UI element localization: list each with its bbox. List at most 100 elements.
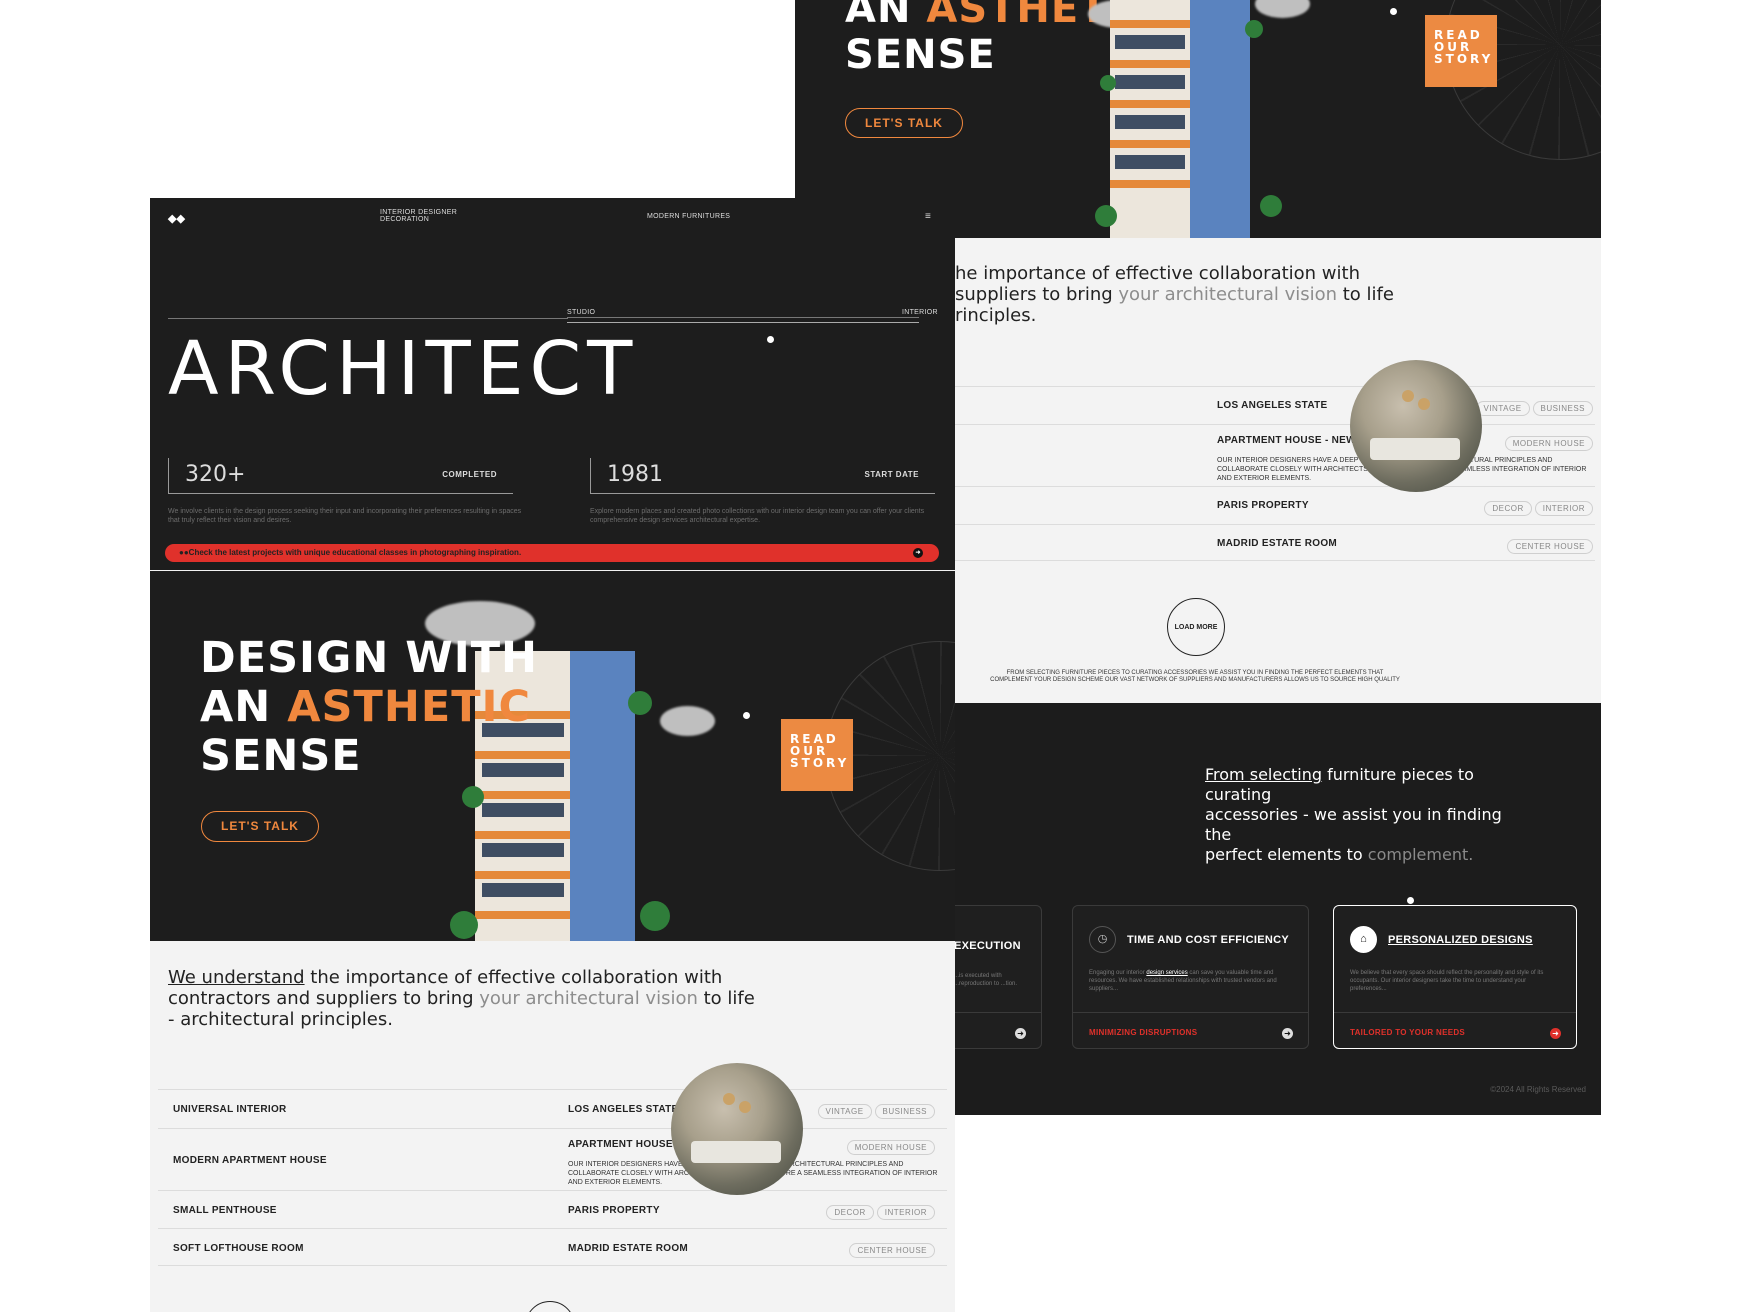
back-intro-text: he importance of effective collaboration…	[955, 263, 1595, 326]
back-project-list: LOS ANGELES STATE VINTAGE BUSINESS APARTM…	[955, 360, 1595, 561]
tag: INTERIOR	[876, 1205, 935, 1220]
home-icon: ⌂	[1350, 926, 1377, 953]
nav-interior-designer[interactable]: INTERIOR DESIGNER DECORATION	[380, 209, 457, 223]
intro-line-4: - architectural principles.	[168, 1009, 393, 1030]
service-title: EXECUTION	[954, 940, 1021, 952]
menu-icon[interactable]: ≡	[925, 211, 931, 222]
front-hero-section: DESIGN WITH AN ASTHETIC SENSE LET'S TALK…	[150, 571, 955, 941]
label-studio: STUDIO	[567, 309, 596, 316]
tag: VINTAGE	[1475, 401, 1530, 416]
back-intro-line-4: rinciples.	[955, 305, 1037, 326]
service-card-time-cost[interactable]: ◷ TIME AND COST EFFICIENCY Engaging our …	[1072, 905, 1309, 1049]
project-tags: MODERN HOUSE	[844, 1137, 935, 1155]
table-row[interactable]: LOS ANGELES STATE VINTAGE BUSINESS	[955, 386, 1595, 424]
front-header-section: ◆◆ INTERIOR DESIGNER DECORATION MODERN F…	[150, 198, 955, 570]
tag: INTERIOR	[1534, 501, 1593, 516]
project-tags: CENTER HOUSE	[1504, 536, 1593, 554]
service-link[interactable]: TAILORED TO YOUR NEEDS	[1350, 1028, 1465, 1037]
page-title: ARCHITECT	[168, 326, 639, 412]
divider	[567, 317, 919, 318]
project-category: SMALL PENTHOUSE	[173, 1205, 277, 1216]
table-row[interactable]: SMALL PENTHOUSE PARIS PROPERTY DECOR INTE…	[158, 1190, 947, 1228]
stat-label: START DATE	[864, 470, 919, 479]
decorative-dot	[743, 712, 750, 719]
read-our-story-button[interactable]: READ OUR STORY	[781, 719, 853, 791]
service-card-personalized[interactable]: ⌂ PERSONALIZED DESIGNS We believe that e…	[1333, 905, 1577, 1049]
divider	[567, 322, 919, 323]
front-project-list: UNIVERSAL INTERIOR LOS ANGELES STATE VIN…	[158, 1063, 947, 1266]
intro-link[interactable]: We understand	[168, 967, 305, 988]
project-name: LOS ANGELES STATE	[568, 1104, 679, 1115]
project-name: MADRID ESTATE ROOM	[1217, 538, 1338, 549]
back-read-our-story-button[interactable]: READ OUR STORY	[1425, 15, 1497, 87]
announcement-banner[interactable]: ●●Check the latest projects with unique …	[165, 544, 939, 562]
project-tags: VINTAGE BUSINESS	[815, 1101, 935, 1119]
stat-description: We involve clients in the design process…	[168, 508, 522, 524]
back-intro-line-1: he importance of effective collaboration…	[955, 263, 1360, 284]
arrow-right-icon[interactable]: ➜	[1282, 1028, 1293, 1039]
table-row[interactable]: MADRID ESTATE ROOM CENTER HOUSE	[955, 524, 1595, 561]
decorative-dot	[1390, 8, 1397, 15]
load-more-button[interactable]: LOAD MORE	[1167, 598, 1225, 656]
back-footer-caption: FROM SELECTING FURNITURE PIECES TO CURAT…	[955, 670, 1435, 684]
table-row[interactable]: UNIVERSAL INTERIOR LOS ANGELES STATE VIN…	[158, 1089, 947, 1128]
lets-talk-button[interactable]: LET'S TALK	[201, 811, 319, 842]
hero-line-3: SENSE	[200, 731, 362, 781]
stat-description: Explore modern places and created photo …	[590, 508, 925, 524]
project-tags: VINTAGE BUSINESS	[1473, 398, 1593, 416]
project-name: LOS ANGELES STATE	[1217, 400, 1328, 411]
stat-value: 320+	[185, 462, 246, 487]
project-name: PARIS PROPERTY	[1217, 500, 1309, 511]
banner-text: Check the latest projects with unique ed…	[188, 548, 522, 557]
service-title: PERSONALIZED DESIGNS	[1388, 934, 1533, 946]
project-name: MADRID ESTATE ROOM	[568, 1243, 689, 1254]
decorative-dot	[1407, 897, 1414, 904]
arrow-right-icon[interactable]: ➜	[913, 548, 923, 558]
tag: BUSINESS	[1532, 401, 1593, 416]
project-category: MODERN APARTMENT HOUSE	[173, 1155, 327, 1166]
tag: CENTER HOUSE	[849, 1243, 935, 1258]
copyright-text: ©2024 All Rights Reserved	[1490, 1085, 1586, 1094]
service-title: TIME AND COST EFFICIENCY	[1127, 934, 1290, 946]
stat-start-date: 1981 START DATE	[590, 458, 935, 494]
project-name: PARIS PROPERTY	[568, 1205, 660, 1216]
project-tags: DECOR INTERIOR	[1481, 498, 1593, 516]
tag: DECOR	[1484, 501, 1532, 516]
tag: MODERN HOUSE	[1504, 436, 1593, 451]
caption-line-2: COMPLEMENT YOUR DESIGN SCHEME OUR VAST N…	[990, 677, 1400, 683]
load-more-button[interactable]	[525, 1301, 575, 1312]
decorative-dot	[767, 336, 774, 343]
back-lets-talk-button[interactable]: LET'S TALK	[845, 108, 963, 138]
interior-photo-preview	[1350, 360, 1482, 492]
stat-value: 1981	[607, 462, 663, 487]
service-description: ...is executed with ...reproduction to .…	[954, 973, 1018, 987]
service-description: We believe that every space should refle…	[1350, 970, 1544, 992]
table-row[interactable]: SOFT LOFTHOUSE ROOM MADRID ESTATE ROOM C…	[158, 1228, 947, 1266]
table-row[interactable]: PARIS PROPERTY DECOR INTERIOR	[955, 486, 1595, 524]
read-line-3: STORY	[1434, 52, 1494, 66]
hero-heading: DESIGN WITH AN ASTHETIC SENSE	[200, 633, 539, 781]
hero-line-1: DESIGN WITH	[200, 633, 539, 683]
tag: VINTAGE	[817, 1104, 872, 1119]
interior-photo-preview	[671, 1063, 803, 1195]
table-row[interactable]: MODERN APARTMENT HOUSE APARTMENT HOUSE -…	[158, 1128, 947, 1190]
service-link[interactable]: MINIMIZING DISRUPTIONS	[1089, 1028, 1197, 1037]
quote-link[interactable]: From selecting	[1205, 765, 1322, 784]
service-description: Engaging our interior design services ca…	[1089, 970, 1277, 992]
services-quote: From selecting furniture pieces to curat…	[1205, 765, 1505, 865]
front-page-preview: ◆◆ INTERIOR DESIGNER DECORATION MODERN F…	[150, 198, 955, 1312]
stat-label: COMPLETED	[442, 470, 497, 479]
design-services-link[interactable]: design services	[1146, 970, 1187, 976]
table-row[interactable]: APARTMENT HOUSE - NEW YORK MODERN HOUSE …	[955, 424, 1595, 486]
project-tags: MODERN HOUSE	[1502, 433, 1593, 451]
back-intro-line-2: suppliers to bring your architectural vi…	[955, 284, 1394, 305]
label-interior: INTERIOR	[902, 309, 938, 316]
arrow-right-icon[interactable]: ➜	[1015, 1028, 1026, 1039]
logo-icon[interactable]: ◆◆	[168, 212, 185, 225]
front-intro-text: We understand the importance of effectiv…	[168, 967, 938, 1030]
tag: DECOR	[826, 1205, 874, 1220]
nav-modern-furnitures[interactable]: MODERN FURNITURES	[647, 213, 730, 220]
caption-line-1: FROM SELECTING FURNITURE PIECES TO CURAT…	[1006, 670, 1384, 676]
arrow-right-icon[interactable]: ➜	[1550, 1028, 1561, 1039]
dots-icon: ●●	[179, 548, 189, 557]
